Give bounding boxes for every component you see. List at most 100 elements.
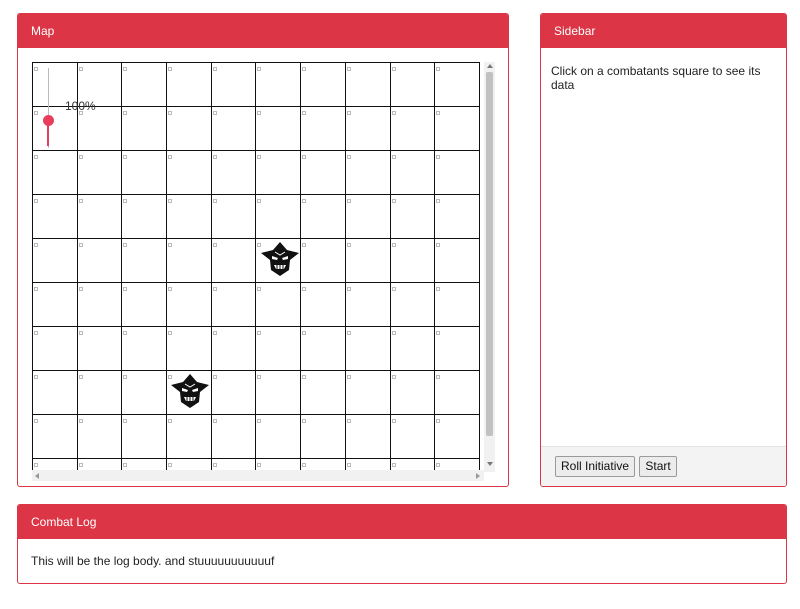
grid-square[interactable]	[255, 62, 302, 107]
goblin-token[interactable]	[259, 238, 301, 280]
grid-square[interactable]	[300, 458, 346, 470]
grid-square[interactable]	[344, 150, 391, 195]
zoom-slider-thumb[interactable]	[43, 115, 54, 126]
scroll-left-icon[interactable]	[35, 473, 39, 479]
grid-square[interactable]	[344, 106, 391, 151]
grid-square[interactable]	[389, 194, 436, 239]
roll-initiative-button[interactable]: Roll Initiative	[555, 456, 636, 477]
grid-square[interactable]	[121, 150, 168, 195]
grid-square[interactable]	[434, 326, 480, 371]
grid-square[interactable]	[166, 458, 212, 470]
grid-square[interactable]	[344, 194, 391, 239]
grid-square[interactable]	[121, 238, 168, 283]
grid-square[interactable]	[32, 370, 78, 415]
grid-square[interactable]	[389, 282, 436, 327]
grid-square[interactable]	[434, 194, 480, 239]
grid-square[interactable]	[121, 106, 168, 151]
grid-square[interactable]	[344, 282, 391, 327]
grid-square[interactable]	[210, 414, 257, 459]
grid-square[interactable]	[32, 238, 78, 283]
grid-square[interactable]	[300, 370, 346, 415]
scroll-down-icon[interactable]	[487, 462, 493, 466]
grid-square[interactable]	[255, 150, 302, 195]
grid-square[interactable]	[344, 370, 391, 415]
grid-square[interactable]	[210, 62, 257, 107]
grid-square[interactable]	[76, 106, 123, 151]
grid-square[interactable]	[210, 238, 257, 283]
grid-square[interactable]	[121, 458, 168, 470]
grid-square[interactable]	[389, 62, 436, 107]
grid-square[interactable]	[121, 414, 168, 459]
grid-square[interactable]	[300, 194, 346, 239]
grid-square[interactable]	[32, 194, 78, 239]
grid-square[interactable]	[300, 238, 346, 283]
grid-square[interactable]	[255, 458, 302, 470]
grid-square[interactable]	[434, 414, 480, 459]
grid-square[interactable]	[166, 150, 212, 195]
grid-square[interactable]	[434, 458, 480, 470]
grid-square[interactable]	[76, 194, 123, 239]
grid-square[interactable]	[121, 370, 168, 415]
grid-square[interactable]	[32, 458, 78, 470]
grid-square[interactable]	[210, 326, 257, 371]
grid-square[interactable]	[344, 458, 391, 470]
start-button[interactable]: Start	[639, 456, 677, 477]
grid-square[interactable]	[166, 326, 212, 371]
grid-square[interactable]	[255, 414, 302, 459]
scrollbar-thumb[interactable]	[486, 72, 493, 436]
grid-square[interactable]	[344, 326, 391, 371]
grid-square[interactable]	[255, 370, 302, 415]
grid-square[interactable]	[210, 150, 257, 195]
grid-square[interactable]	[76, 370, 123, 415]
map-horizontal-scrollbar[interactable]	[32, 470, 484, 481]
grid-square[interactable]	[255, 194, 302, 239]
grid-square[interactable]	[344, 62, 391, 107]
grid-square[interactable]	[300, 326, 346, 371]
grid-square[interactable]	[32, 282, 78, 327]
grid-square[interactable]	[389, 106, 436, 151]
map-vertical-scrollbar[interactable]	[484, 62, 495, 472]
grid-square[interactable]	[300, 106, 346, 151]
grid-square[interactable]	[166, 62, 212, 107]
grid-square[interactable]	[434, 150, 480, 195]
grid-square[interactable]	[166, 282, 212, 327]
grid-square[interactable]	[32, 326, 78, 371]
grid-square[interactable]	[389, 326, 436, 371]
goblin-token[interactable]	[169, 370, 211, 412]
grid-square[interactable]	[389, 414, 436, 459]
battle-grid-area[interactable]: 100%	[32, 62, 480, 470]
grid-square[interactable]	[434, 62, 480, 107]
grid-square[interactable]	[434, 238, 480, 283]
grid-square[interactable]	[32, 150, 78, 195]
grid-square[interactable]	[166, 194, 212, 239]
grid-square[interactable]	[210, 370, 257, 415]
grid-square[interactable]	[166, 414, 212, 459]
grid-square[interactable]	[300, 150, 346, 195]
map-viewport[interactable]: 100%	[32, 62, 508, 486]
grid-square[interactable]	[255, 106, 302, 151]
grid-square[interactable]	[344, 414, 391, 459]
grid-square[interactable]	[121, 326, 168, 371]
battle-grid[interactable]	[32, 62, 480, 470]
grid-square[interactable]	[255, 326, 302, 371]
grid-square[interactable]	[76, 150, 123, 195]
grid-square[interactable]	[300, 62, 346, 107]
grid-square[interactable]	[389, 370, 436, 415]
grid-square[interactable]	[389, 150, 436, 195]
grid-square[interactable]	[210, 282, 257, 327]
grid-square[interactable]	[434, 282, 480, 327]
grid-square[interactable]	[210, 106, 257, 151]
grid-square[interactable]	[434, 370, 480, 415]
grid-square[interactable]	[76, 414, 123, 459]
grid-square[interactable]	[300, 282, 346, 327]
grid-square[interactable]	[210, 458, 257, 470]
grid-square[interactable]	[166, 238, 212, 283]
grid-square[interactable]	[76, 326, 123, 371]
grid-square[interactable]	[166, 106, 212, 151]
grid-square[interactable]	[389, 238, 436, 283]
grid-square[interactable]	[76, 282, 123, 327]
grid-square[interactable]	[76, 458, 123, 470]
scroll-right-icon[interactable]	[476, 473, 480, 479]
scroll-up-icon[interactable]	[487, 64, 493, 68]
grid-square[interactable]	[255, 282, 302, 327]
